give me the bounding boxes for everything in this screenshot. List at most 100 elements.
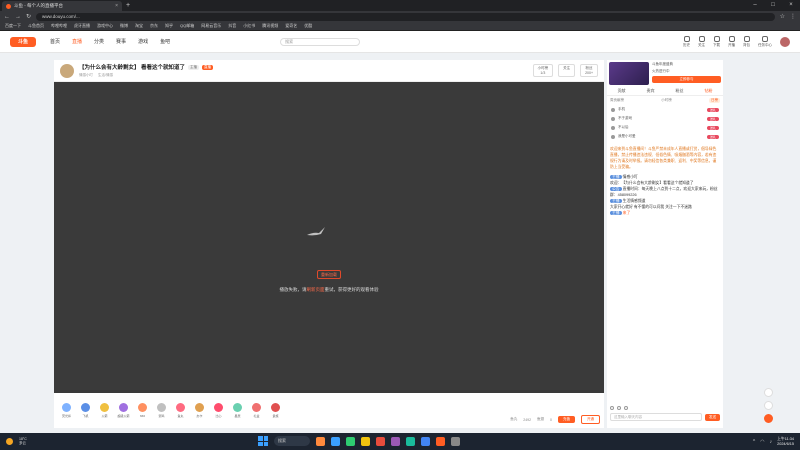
- broadcast-button[interactable]: 开播: [728, 35, 735, 48]
- follow-room-button[interactable]: 关注: [558, 64, 576, 77]
- volume-icon[interactable]: ♪: [770, 439, 773, 445]
- fans-badge[interactable]: 粉丝 200+: [580, 64, 598, 77]
- gift-item[interactable]: 办卡: [191, 403, 208, 418]
- rank-row[interactable]: 不于游戏 送礼: [607, 114, 723, 123]
- bookmark-item[interactable]: 游戏中心: [97, 23, 113, 29]
- send-button[interactable]: 发送: [705, 413, 720, 421]
- app-icon[interactable]: [406, 436, 415, 446]
- browser-tab[interactable]: 斗鱼 - 每个人的直播平台 ×: [2, 1, 122, 11]
- promo-button[interactable]: 立即参与: [652, 76, 721, 83]
- bookmark-item[interactable]: 腾讯视频: [262, 23, 278, 29]
- app-icon[interactable]: [436, 436, 445, 446]
- bookmark-item[interactable]: 知乎: [165, 23, 173, 29]
- room-category[interactable]: 生活/情感: [98, 73, 113, 78]
- reload-icon[interactable]: ↻: [26, 13, 31, 20]
- menu-icon[interactable]: ⋮: [790, 13, 796, 20]
- emoji-icon[interactable]: [610, 406, 614, 410]
- app-icon[interactable]: [331, 436, 340, 446]
- chat-user[interactable]: 主播: [610, 211, 622, 215]
- start-icon[interactable]: [258, 436, 268, 446]
- noble-button[interactable]: 开通: [581, 415, 600, 424]
- host-name[interactable]: 情感小叮: [79, 73, 93, 78]
- download-button[interactable]: 下载: [713, 35, 720, 48]
- bookmark-item[interactable]: 小红书: [243, 23, 255, 29]
- bookmark-item[interactable]: 爱奇艺: [285, 23, 297, 29]
- follow-button[interactable]: 关注: [698, 35, 705, 48]
- rank-pill[interactable]: 送礼: [706, 134, 719, 139]
- chat-user[interactable]: 主播: [610, 175, 622, 179]
- chat-user[interactable]: 公告: [610, 187, 622, 191]
- chat-user[interactable]: 主播: [610, 199, 622, 203]
- nav-home[interactable]: 首页: [50, 38, 60, 45]
- filter-day[interactable]: 日榜: [709, 98, 720, 103]
- new-tab-button[interactable]: +: [126, 1, 130, 11]
- rank-badge[interactable]: 小时榜 1/3: [532, 64, 554, 77]
- gift-item[interactable]: 比心: [210, 403, 227, 418]
- gift-item[interactable]: 超级火箭: [115, 403, 132, 418]
- user-avatar[interactable]: [780, 36, 790, 47]
- gift-item[interactable]: 贵族: [267, 403, 284, 418]
- gift-item[interactable]: 礼盒: [248, 403, 265, 418]
- rank-pill[interactable]: 送礼: [706, 125, 719, 130]
- settings-icon[interactable]: [764, 401, 773, 410]
- bookmark-item[interactable]: 微博: [120, 23, 128, 29]
- recharge-button[interactable]: 充值: [558, 416, 575, 423]
- chrome-icon[interactable]: [421, 436, 430, 446]
- rank-row[interactable]: 手机 送礼: [607, 105, 723, 114]
- forward-icon[interactable]: →: [15, 14, 21, 20]
- history-button[interactable]: 历史: [683, 35, 690, 48]
- bookmark-item[interactable]: QQ邮箱: [180, 23, 194, 29]
- chat-input[interactable]: 这里输入聊天内容: [610, 413, 702, 421]
- app-icon[interactable]: [376, 436, 385, 446]
- bookmark-item[interactable]: 淘宝: [135, 23, 143, 29]
- tray-chevron-icon[interactable]: ^: [753, 439, 755, 445]
- tab-fans[interactable]: 粉丝: [676, 88, 684, 94]
- taskbar-search[interactable]: 搜索: [274, 436, 310, 446]
- app-icon[interactable]: [316, 436, 325, 446]
- rank-pill[interactable]: 送礼: [706, 116, 719, 121]
- gift-item[interactable]: 火箭: [96, 403, 113, 418]
- gift-item[interactable]: 荧光棒: [58, 403, 75, 418]
- gift-item[interactable]: 弱鸡: [153, 403, 170, 418]
- bookmark-item[interactable]: 虎牙直播: [74, 23, 90, 29]
- video-player[interactable]: 重新加载 播放失败，请刷新页面重试，获得更好的观看体验: [54, 82, 604, 393]
- promo-banner[interactable]: 斗鱼年度盛典 火热进行中 立即参与: [607, 60, 723, 87]
- share-icon[interactable]: [764, 388, 773, 397]
- bookmark-item[interactable]: 京东: [150, 23, 158, 29]
- rank-row[interactable]: 我是小可爱 送礼: [607, 132, 723, 141]
- app-icon[interactable]: [346, 436, 355, 446]
- nav-games[interactable]: 游戏: [138, 38, 148, 45]
- wifi-icon[interactable]: ◠: [760, 439, 764, 445]
- refresh-link[interactable]: 刷新页面: [307, 287, 325, 292]
- nav-live[interactable]: 直播: [72, 38, 82, 45]
- gift-item[interactable]: 鱼丸: [172, 403, 189, 418]
- gift-item[interactable]: 飞机: [77, 403, 94, 418]
- reload-button[interactable]: 重新加载: [317, 270, 341, 279]
- tab-diamond[interactable]: 钻粉: [705, 88, 713, 94]
- clock[interactable]: 上午11:34 2024/6/15: [777, 437, 794, 447]
- bookmark-item[interactable]: 优酷: [304, 23, 312, 29]
- top-icon[interactable]: [764, 414, 773, 423]
- gift-item[interactable]: 666: [134, 403, 151, 418]
- folder-icon[interactable]: [361, 436, 370, 446]
- star-icon[interactable]: ☆: [780, 13, 785, 20]
- chat-user[interactable]: 欢迎: [610, 181, 618, 185]
- url-input[interactable]: www.douyu.com/...: [36, 12, 775, 21]
- nav-events[interactable]: 赛事: [116, 38, 126, 45]
- back-icon[interactable]: ←: [4, 14, 10, 20]
- bookmark-item[interactable]: 抖音: [228, 23, 236, 29]
- search-input[interactable]: 搜索: [280, 37, 361, 46]
- tab-contribution[interactable]: 贡献: [618, 88, 626, 94]
- nav-yuba[interactable]: 鱼吧: [160, 38, 170, 45]
- close-window-icon[interactable]: ×: [782, 0, 800, 11]
- tab-vip[interactable]: 贵宾: [647, 88, 655, 94]
- maximize-icon[interactable]: □: [764, 0, 782, 11]
- fans-badge-icon[interactable]: [624, 406, 628, 410]
- nav-category[interactable]: 分类: [94, 38, 104, 45]
- filter-hour[interactable]: 小时榜: [661, 98, 672, 103]
- bookmark-item[interactable]: 哔哩哔哩: [51, 23, 67, 29]
- bookmark-item[interactable]: 网易云音乐: [201, 23, 221, 29]
- rank-pill[interactable]: 送礼: [706, 107, 719, 112]
- task-center-button[interactable]: 任务中心: [758, 35, 772, 48]
- app-icon[interactable]: [391, 436, 400, 446]
